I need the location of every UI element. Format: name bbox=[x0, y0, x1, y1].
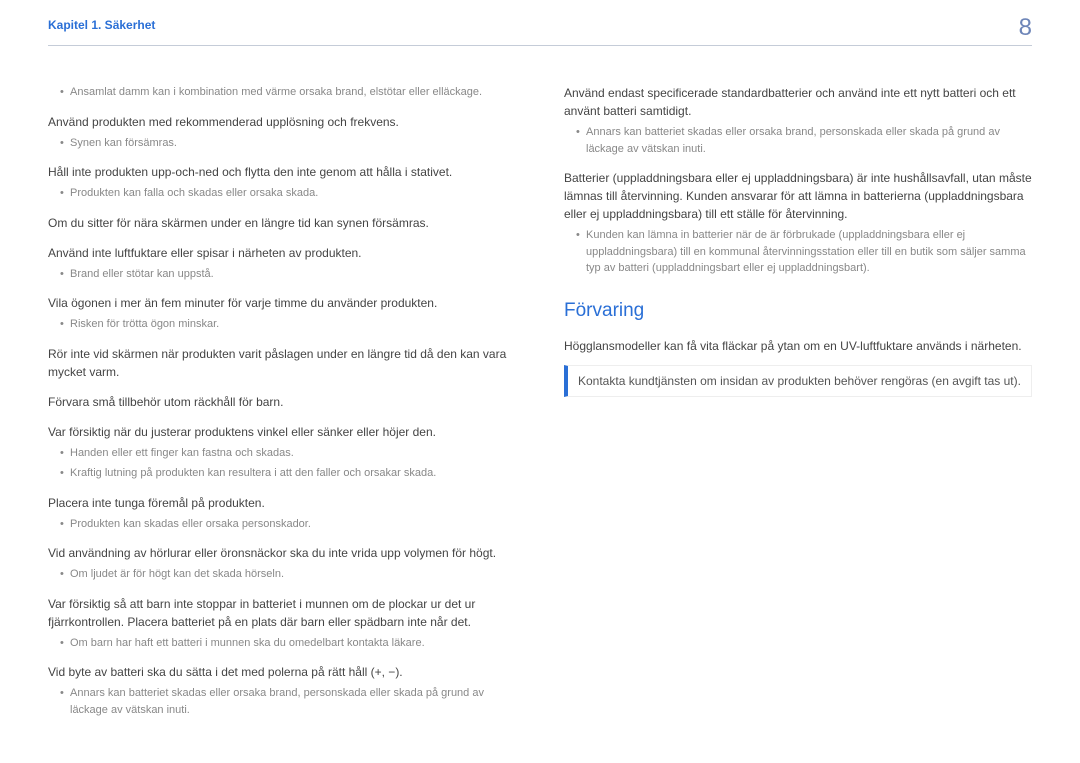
page-number: 8 bbox=[1019, 10, 1032, 46]
paragraph: Vid byte av batteri ska du sätta i det m… bbox=[48, 663, 516, 681]
bullet-list: Annars kan batteriet skadas eller orsaka… bbox=[576, 124, 1032, 157]
paragraph: Använd inte luftfuktare eller spisar i n… bbox=[48, 244, 516, 262]
bullet-list: Annars kan batteriet skadas eller orsaka… bbox=[60, 685, 516, 718]
bullet-list: Ansamlat damm kan i kombination med värm… bbox=[60, 84, 516, 101]
content-columns: Ansamlat damm kan i kombination med värm… bbox=[48, 84, 1032, 722]
paragraph: Håll inte produkten upp-och-ned och flyt… bbox=[48, 163, 516, 181]
page: Kapitel 1. Säkerhet 8 Ansamlat damm kan … bbox=[0, 0, 1080, 752]
section-title-storage: Förvaring bbox=[564, 297, 1032, 326]
list-item: Ansamlat damm kan i kombination med värm… bbox=[60, 84, 516, 101]
paragraph: Vid användning av hörlurar eller öronsnä… bbox=[48, 544, 516, 562]
list-item: Annars kan batteriet skadas eller orsaka… bbox=[60, 685, 516, 718]
paragraph: Var försiktig när du justerar produktens… bbox=[48, 423, 516, 441]
paragraph: Placera inte tunga föremål på produkten. bbox=[48, 494, 516, 512]
list-item: Om ljudet är för högt kan det skada hörs… bbox=[60, 566, 516, 583]
right-column: Använd endast specificerade standardbatt… bbox=[564, 84, 1032, 722]
list-item: Handen eller ett finger kan fastna och s… bbox=[60, 445, 516, 462]
paragraph: Förvara små tillbehör utom räckhåll för … bbox=[48, 393, 516, 411]
paragraph: Vila ögonen i mer än fem minuter för var… bbox=[48, 294, 516, 312]
page-header: Kapitel 1. Säkerhet 8 bbox=[48, 16, 1032, 46]
paragraph: Rör inte vid skärmen när produkten varit… bbox=[48, 345, 516, 381]
info-callout: Kontakta kundtjänsten om insidan av prod… bbox=[564, 365, 1032, 397]
bullet-list: Produkten kan falla och skadas eller ors… bbox=[60, 185, 516, 202]
list-item: Annars kan batteriet skadas eller orsaka… bbox=[576, 124, 1032, 157]
bullet-list: Produkten kan skadas eller orsaka person… bbox=[60, 516, 516, 533]
list-item: Om barn har haft ett batteri i munnen sk… bbox=[60, 635, 516, 652]
left-column: Ansamlat damm kan i kombination med värm… bbox=[48, 84, 516, 722]
bullet-list: Handen eller ett finger kan fastna och s… bbox=[60, 445, 516, 482]
bullet-list: Om ljudet är för högt kan det skada hörs… bbox=[60, 566, 516, 583]
list-item: Produkten kan skadas eller orsaka person… bbox=[60, 516, 516, 533]
list-item: Kraftig lutning på produkten kan resulte… bbox=[60, 465, 516, 482]
bullet-list: Synen kan försämras. bbox=[60, 135, 516, 152]
paragraph: Om du sitter för nära skärmen under en l… bbox=[48, 214, 516, 232]
bullet-list: Om barn har haft ett batteri i munnen sk… bbox=[60, 635, 516, 652]
list-item: Kunden kan lämna in batterier när de är … bbox=[576, 227, 1032, 277]
paragraph: Batterier (uppladdningsbara eller ej upp… bbox=[564, 169, 1032, 223]
bullet-list: Risken för trötta ögon minskar. bbox=[60, 316, 516, 333]
paragraph: Högglansmodeller kan få vita fläckar på … bbox=[564, 337, 1032, 355]
paragraph: Var försiktig så att barn inte stoppar i… bbox=[48, 595, 516, 631]
paragraph: Använd produkten med rekommenderad upplö… bbox=[48, 113, 516, 131]
list-item: Brand eller stötar kan uppstå. bbox=[60, 266, 516, 283]
bullet-list: Brand eller stötar kan uppstå. bbox=[60, 266, 516, 283]
chapter-label: Kapitel 1. Säkerhet bbox=[48, 16, 155, 34]
list-item: Produkten kan falla och skadas eller ors… bbox=[60, 185, 516, 202]
paragraph: Använd endast specificerade standardbatt… bbox=[564, 84, 1032, 120]
list-item: Synen kan försämras. bbox=[60, 135, 516, 152]
list-item: Risken för trötta ögon minskar. bbox=[60, 316, 516, 333]
bullet-list: Kunden kan lämna in batterier när de är … bbox=[576, 227, 1032, 277]
